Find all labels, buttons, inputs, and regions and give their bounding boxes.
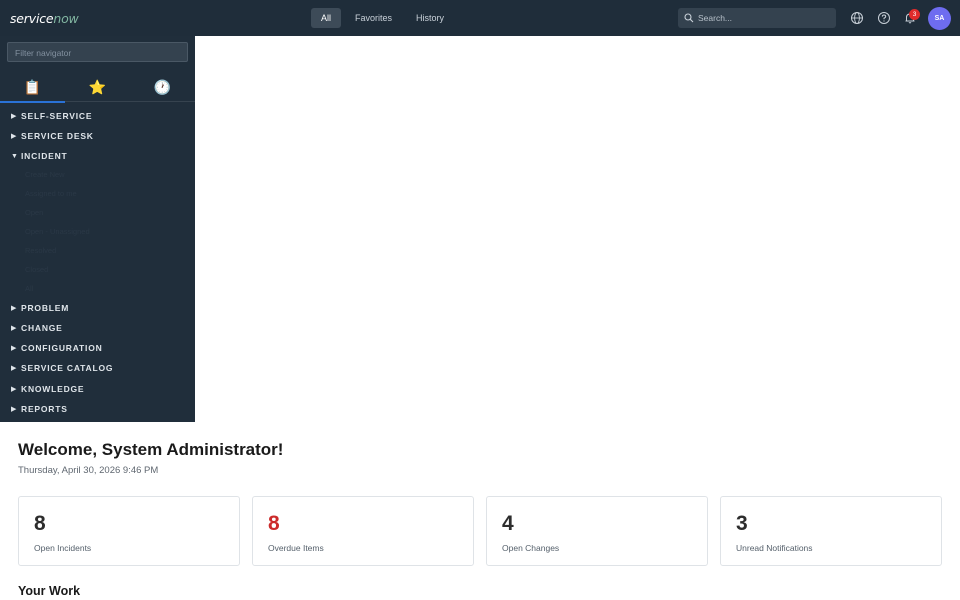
caret-right-icon: ▶ — [11, 305, 17, 312]
navigator-tabs: 📋 ⭐ 🕐 — [0, 72, 195, 103]
tab-history[interactable]: History — [406, 8, 454, 28]
filter-navigator[interactable] — [7, 42, 188, 62]
caret-right-icon: ▶ — [11, 345, 17, 352]
nav-item-incident-open-unassigned[interactable]: Open - Unassigned — [25, 227, 90, 239]
your-work-heading: Your Work — [18, 584, 81, 598]
nav-module-service-catalog[interactable]: ▶ SERVICE CATALOG — [11, 361, 113, 375]
nav-module-incident[interactable]: ▼ INCIDENT — [11, 149, 68, 163]
top-header: servicenow All Favorites History 3 SA — [0, 0, 960, 36]
nav-module-label: CHANGE — [21, 323, 63, 333]
stat-value: 4 — [502, 512, 514, 535]
logo-text-service: service — [10, 11, 54, 26]
nav-module-reports[interactable]: ▶ REPORTS — [11, 402, 68, 416]
global-search[interactable] — [678, 8, 836, 28]
nav-item-incident-all[interactable]: All — [25, 284, 33, 296]
help-icon[interactable] — [877, 11, 891, 25]
favorites-tab[interactable]: ⭐ — [65, 72, 130, 102]
nav-module-service-desk[interactable]: ▶ SERVICE DESK — [11, 129, 94, 143]
global-search-input[interactable] — [698, 13, 828, 23]
stat-card-overdue-items[interactable]: 8 Overdue Items — [252, 496, 474, 566]
nav-module-change[interactable]: ▶ CHANGE — [11, 321, 63, 335]
clipboard-icon: 📋 — [23, 78, 42, 95]
stat-label: Open Changes — [502, 543, 560, 553]
nav-module-configuration[interactable]: ▶ CONFIGURATION — [11, 341, 103, 355]
nav-module-label: SELF-SERVICE — [21, 111, 93, 121]
nav-module-label: KNOWLEDGE — [21, 384, 85, 394]
header-tabs: All Favorites History — [311, 8, 458, 28]
nav-item-incident-open[interactable]: Open — [25, 208, 43, 220]
nav-item-incident-resolved[interactable]: Resolved — [25, 246, 56, 258]
clock-icon: 🕐 — [153, 78, 172, 95]
nav-module-label: SERVICE CATALOG — [21, 363, 114, 373]
nav-item-incident-assigned-to-me[interactable]: Assigned to me — [25, 189, 77, 201]
nav-module-knowledge[interactable]: ▶ KNOWLEDGE — [11, 382, 84, 396]
caret-down-icon: ▼ — [11, 152, 18, 160]
globe-icon[interactable] — [850, 11, 864, 25]
tab-all[interactable]: All — [311, 8, 342, 28]
search-icon — [684, 13, 694, 23]
stat-value: 3 — [736, 512, 748, 535]
caret-right-icon: ▶ — [11, 365, 17, 372]
user-avatar[interactable]: SA — [928, 7, 951, 30]
nav-module-problem[interactable]: ▶ PROBLEM — [11, 301, 69, 315]
nav-module-label: PROBLEM — [21, 303, 70, 313]
history-tab[interactable]: 🕐 — [130, 72, 195, 102]
caret-right-icon: ▶ — [11, 325, 17, 332]
filter-navigator-input[interactable] — [15, 44, 175, 62]
nav-item-incident-closed[interactable]: Closed — [25, 265, 48, 277]
logo-text-now: now — [53, 11, 79, 26]
nav-module-label: INCIDENT — [21, 151, 68, 161]
caret-right-icon: ▶ — [11, 133, 17, 140]
all-apps-tab[interactable]: 📋 — [0, 72, 65, 103]
stat-card-open-changes[interactable]: 4 Open Changes — [486, 496, 708, 566]
nav-module-label: CONFIGURATION — [21, 343, 103, 353]
application-navigator: 📋 ⭐ 🕐 ▶ SELF-SERVICE ▶ SERVICE DESK ▼INCID… — [0, 36, 195, 422]
nav-item-incident-create-new[interactable]: Create New — [25, 170, 65, 182]
stat-label: Overdue Items — [268, 543, 324, 553]
current-date: Thursday, April 30, 2026 9:46 PM — [18, 465, 159, 476]
caret-right-icon: ▶ — [11, 406, 17, 413]
stat-label: Open Incidents — [34, 543, 92, 553]
caret-right-icon: ▶ — [11, 113, 17, 120]
stat-value: 8 — [268, 512, 280, 535]
nav-module-label: REPORTS — [21, 404, 68, 414]
welcome-heading: Welcome, System Administrator! — [18, 440, 284, 459]
stat-card-unread-notifications[interactable]: 3 Unread Notifications — [720, 496, 942, 566]
stat-value: 8 — [34, 512, 46, 535]
star-icon: ⭐ — [88, 78, 107, 95]
stat-label: Unread Notifications — [736, 543, 813, 553]
nav-module-self-service[interactable]: ▶ SELF-SERVICE — [11, 109, 92, 123]
nav-module-label: SERVICE DESK — [21, 131, 94, 141]
tab-favorites[interactable]: Favorites — [345, 8, 402, 28]
servicenow-logo[interactable]: servicenow — [10, 11, 79, 26]
notification-badge: 3 — [909, 9, 920, 20]
caret-right-icon: ▶ — [11, 386, 17, 393]
stat-card-open-incidents[interactable]: 8 Open Incidents — [18, 496, 240, 566]
